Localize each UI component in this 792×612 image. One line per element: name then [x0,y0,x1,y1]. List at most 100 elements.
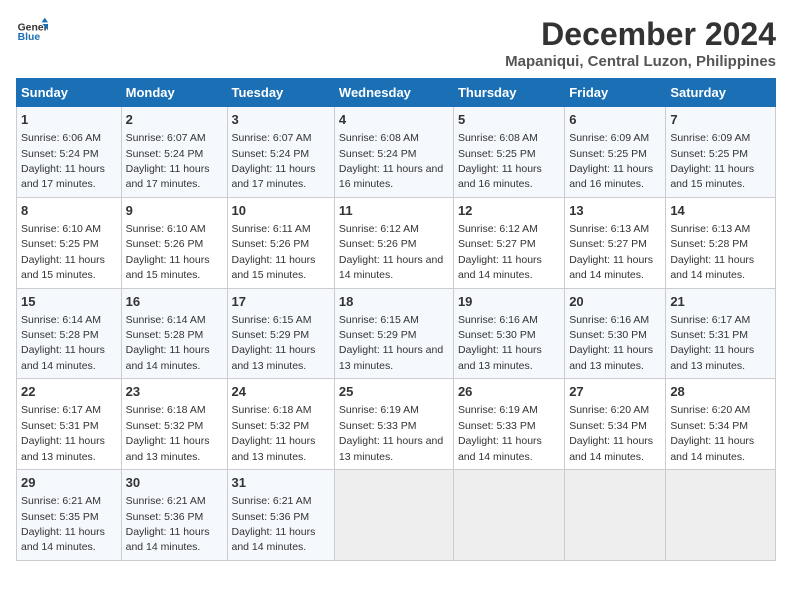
day-number: 22 [21,383,117,401]
day-number: 23 [126,383,223,401]
calendar-cell: 21 Sunrise: 6:17 AMSunset: 5:31 PMDaylig… [666,288,776,379]
day-number: 30 [126,474,223,492]
calendar-week-row: 22 Sunrise: 6:17 AMSunset: 5:31 PMDaylig… [17,379,776,470]
calendar-cell: 3 Sunrise: 6:07 AMSunset: 5:24 PMDayligh… [227,107,334,198]
calendar-cell: 11 Sunrise: 6:12 AMSunset: 5:26 PMDaylig… [334,197,453,288]
cell-content: Sunrise: 6:15 AMSunset: 5:29 PMDaylight:… [339,314,443,372]
cell-content: Sunrise: 6:14 AMSunset: 5:28 PMDaylight:… [21,314,105,372]
cell-content: Sunrise: 6:20 AMSunset: 5:34 PMDaylight:… [670,404,754,462]
header-thursday: Thursday [453,79,564,107]
day-number: 14 [670,202,771,220]
cell-content: Sunrise: 6:09 AMSunset: 5:25 PMDaylight:… [569,132,653,190]
day-number: 17 [232,293,330,311]
cell-content: Sunrise: 6:20 AMSunset: 5:34 PMDaylight:… [569,404,653,462]
calendar-cell: 4 Sunrise: 6:08 AMSunset: 5:24 PMDayligh… [334,107,453,198]
calendar-cell [666,470,776,561]
calendar-cell: 12 Sunrise: 6:12 AMSunset: 5:27 PMDaylig… [453,197,564,288]
day-number: 10 [232,202,330,220]
header-friday: Friday [565,79,666,107]
day-number: 26 [458,383,560,401]
subtitle: Mapaniqui, Central Luzon, Philippines [505,53,776,70]
calendar-cell [565,470,666,561]
day-number: 28 [670,383,771,401]
svg-text:Blue: Blue [18,32,41,43]
cell-content: Sunrise: 6:07 AMSunset: 5:24 PMDaylight:… [126,132,210,190]
header-monday: Monday [121,79,227,107]
day-number: 21 [670,293,771,311]
day-number: 29 [21,474,117,492]
day-number: 19 [458,293,560,311]
calendar-table: SundayMondayTuesdayWednesdayThursdayFrid… [16,78,776,561]
calendar-cell: 29 Sunrise: 6:21 AMSunset: 5:35 PMDaylig… [17,470,122,561]
calendar-cell: 14 Sunrise: 6:13 AMSunset: 5:28 PMDaylig… [666,197,776,288]
calendar-cell: 26 Sunrise: 6:19 AMSunset: 5:33 PMDaylig… [453,379,564,470]
calendar-cell: 17 Sunrise: 6:15 AMSunset: 5:29 PMDaylig… [227,288,334,379]
header-sunday: Sunday [17,79,122,107]
cell-content: Sunrise: 6:12 AMSunset: 5:26 PMDaylight:… [339,223,443,281]
day-number: 5 [458,111,560,129]
calendar-cell: 8 Sunrise: 6:10 AMSunset: 5:25 PMDayligh… [17,197,122,288]
day-number: 25 [339,383,449,401]
calendar-week-row: 15 Sunrise: 6:14 AMSunset: 5:28 PMDaylig… [17,288,776,379]
cell-content: Sunrise: 6:07 AMSunset: 5:24 PMDaylight:… [232,132,316,190]
calendar-cell: 24 Sunrise: 6:18 AMSunset: 5:32 PMDaylig… [227,379,334,470]
calendar-cell: 10 Sunrise: 6:11 AMSunset: 5:26 PMDaylig… [227,197,334,288]
calendar-cell: 31 Sunrise: 6:21 AMSunset: 5:36 PMDaylig… [227,470,334,561]
day-number: 9 [126,202,223,220]
day-number: 31 [232,474,330,492]
title-area: December 2024 Mapaniqui, Central Luzon, … [505,16,776,70]
cell-content: Sunrise: 6:06 AMSunset: 5:24 PMDaylight:… [21,132,105,190]
cell-content: Sunrise: 6:17 AMSunset: 5:31 PMDaylight:… [670,314,754,372]
cell-content: Sunrise: 6:17 AMSunset: 5:31 PMDaylight:… [21,404,105,462]
calendar-header-row: SundayMondayTuesdayWednesdayThursdayFrid… [17,79,776,107]
calendar-cell: 6 Sunrise: 6:09 AMSunset: 5:25 PMDayligh… [565,107,666,198]
cell-content: Sunrise: 6:13 AMSunset: 5:27 PMDaylight:… [569,223,653,281]
calendar-cell: 23 Sunrise: 6:18 AMSunset: 5:32 PMDaylig… [121,379,227,470]
calendar-cell: 13 Sunrise: 6:13 AMSunset: 5:27 PMDaylig… [565,197,666,288]
calendar-cell [334,470,453,561]
cell-content: Sunrise: 6:10 AMSunset: 5:26 PMDaylight:… [126,223,210,281]
cell-content: Sunrise: 6:10 AMSunset: 5:25 PMDaylight:… [21,223,105,281]
calendar-cell: 18 Sunrise: 6:15 AMSunset: 5:29 PMDaylig… [334,288,453,379]
calendar-cell: 22 Sunrise: 6:17 AMSunset: 5:31 PMDaylig… [17,379,122,470]
day-number: 3 [232,111,330,129]
main-title: December 2024 [505,16,776,53]
calendar-cell: 20 Sunrise: 6:16 AMSunset: 5:30 PMDaylig… [565,288,666,379]
cell-content: Sunrise: 6:08 AMSunset: 5:25 PMDaylight:… [458,132,542,190]
cell-content: Sunrise: 6:12 AMSunset: 5:27 PMDaylight:… [458,223,542,281]
cell-content: Sunrise: 6:16 AMSunset: 5:30 PMDaylight:… [569,314,653,372]
calendar-cell: 15 Sunrise: 6:14 AMSunset: 5:28 PMDaylig… [17,288,122,379]
cell-content: Sunrise: 6:18 AMSunset: 5:32 PMDaylight:… [126,404,210,462]
header-wednesday: Wednesday [334,79,453,107]
cell-content: Sunrise: 6:18 AMSunset: 5:32 PMDaylight:… [232,404,316,462]
cell-content: Sunrise: 6:15 AMSunset: 5:29 PMDaylight:… [232,314,316,372]
day-number: 18 [339,293,449,311]
day-number: 7 [670,111,771,129]
header-saturday: Saturday [666,79,776,107]
day-number: 11 [339,202,449,220]
day-number: 13 [569,202,661,220]
logo: General Blue [16,16,48,48]
cell-content: Sunrise: 6:21 AMSunset: 5:36 PMDaylight:… [126,495,210,553]
calendar-cell: 25 Sunrise: 6:19 AMSunset: 5:33 PMDaylig… [334,379,453,470]
calendar-cell [453,470,564,561]
calendar-cell: 28 Sunrise: 6:20 AMSunset: 5:34 PMDaylig… [666,379,776,470]
day-number: 15 [21,293,117,311]
calendar-cell: 30 Sunrise: 6:21 AMSunset: 5:36 PMDaylig… [121,470,227,561]
day-number: 27 [569,383,661,401]
cell-content: Sunrise: 6:21 AMSunset: 5:36 PMDaylight:… [232,495,316,553]
calendar-cell: 27 Sunrise: 6:20 AMSunset: 5:34 PMDaylig… [565,379,666,470]
cell-content: Sunrise: 6:21 AMSunset: 5:35 PMDaylight:… [21,495,105,553]
calendar-cell: 7 Sunrise: 6:09 AMSunset: 5:25 PMDayligh… [666,107,776,198]
cell-content: Sunrise: 6:13 AMSunset: 5:28 PMDaylight:… [670,223,754,281]
day-number: 1 [21,111,117,129]
calendar-cell: 2 Sunrise: 6:07 AMSunset: 5:24 PMDayligh… [121,107,227,198]
calendar-cell: 16 Sunrise: 6:14 AMSunset: 5:28 PMDaylig… [121,288,227,379]
calendar-cell: 5 Sunrise: 6:08 AMSunset: 5:25 PMDayligh… [453,107,564,198]
day-number: 8 [21,202,117,220]
cell-content: Sunrise: 6:08 AMSunset: 5:24 PMDaylight:… [339,132,443,190]
day-number: 20 [569,293,661,311]
logo-icon: General Blue [16,16,48,48]
day-number: 4 [339,111,449,129]
calendar-week-row: 29 Sunrise: 6:21 AMSunset: 5:35 PMDaylig… [17,470,776,561]
